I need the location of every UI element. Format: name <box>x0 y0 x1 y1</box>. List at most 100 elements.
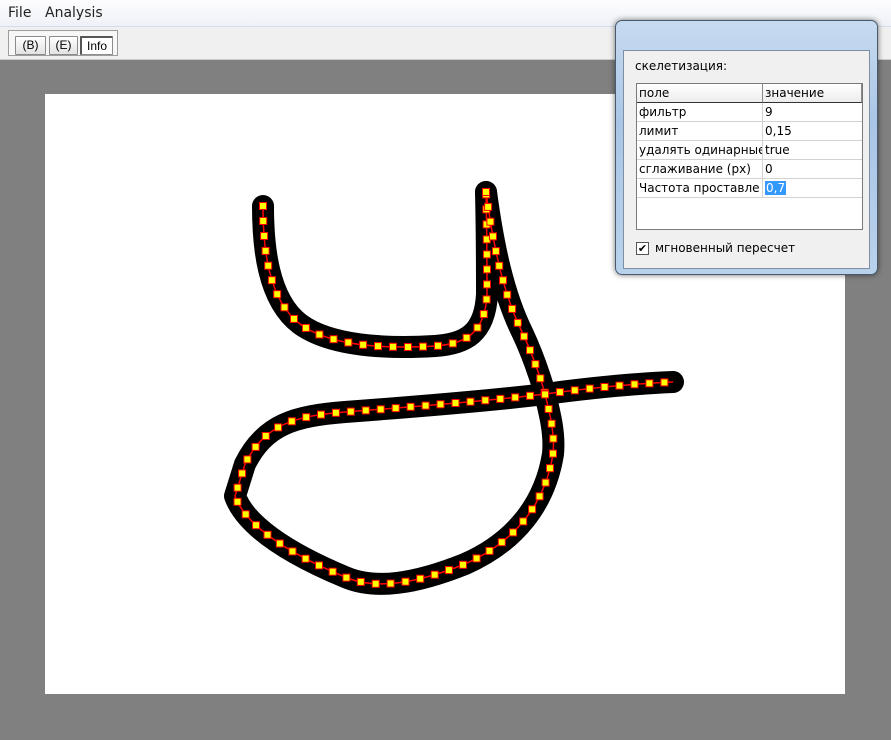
table-row[interactable]: лимит 0,15 <box>637 122 862 141</box>
skeleton-node <box>536 374 545 383</box>
skeleton-node <box>419 342 427 351</box>
skeleton-node <box>238 469 247 478</box>
column-header-field[interactable]: поле <box>637 84 763 103</box>
skeleton-node <box>549 449 557 458</box>
skeleton-node <box>329 335 338 344</box>
skeleton-node <box>526 391 535 400</box>
skeleton-node <box>243 455 252 464</box>
field-cell: удалять одинарные <box>637 141 763 160</box>
skeleton-node <box>547 419 556 428</box>
skeleton-node <box>344 338 353 347</box>
instant-recalc-label[interactable]: мгновенный пересчет <box>655 241 795 255</box>
skeleton-node <box>466 397 475 406</box>
skeleton-node <box>484 202 493 211</box>
parameters-table[interactable]: поле значение фильтр 9 лимит 0,15 удалят… <box>636 83 863 230</box>
skeleton-node <box>481 396 490 405</box>
skeleton-node <box>503 290 512 299</box>
skeleton-node <box>261 246 270 255</box>
skeleton-node <box>630 380 639 389</box>
skeleton-node <box>416 574 425 583</box>
value-cell[interactable]: true <box>763 141 862 160</box>
skeleton-node <box>264 261 273 270</box>
skeleton-node <box>555 388 564 397</box>
skeleton-node <box>233 497 242 506</box>
menu-analysis[interactable]: Analysis <box>45 5 103 21</box>
skeleton-node <box>287 417 296 426</box>
skeleton-node <box>317 410 325 419</box>
skeleton-node <box>531 360 540 369</box>
skeleton-node <box>436 400 445 409</box>
skeletonization-dialog[interactable]: скелетизация: поле значение фильтр 9 лим… <box>615 20 878 275</box>
skeleton-node <box>495 261 504 270</box>
value-cell[interactable]: 9 <box>763 103 862 122</box>
table-row[interactable]: Частота проставле 0,7 <box>637 179 862 198</box>
skeleton-node <box>473 323 482 332</box>
skeleton-node <box>391 404 400 413</box>
skeleton-node <box>519 517 528 526</box>
skeleton-node <box>535 492 544 501</box>
skeleton-node <box>361 406 370 415</box>
ink-stroke <box>224 383 565 595</box>
skeleton-node <box>541 390 550 399</box>
skeleton-node <box>660 378 669 387</box>
field-cell: сглаживание (px) <box>637 160 763 179</box>
column-header-value[interactable]: значение <box>763 84 862 103</box>
skeleton-node <box>479 310 488 319</box>
skeleton-node <box>549 434 558 443</box>
skeleton-node <box>472 554 481 563</box>
skeleton-node <box>520 332 529 341</box>
info-button[interactable]: Info <box>80 36 113 55</box>
skeleton-node <box>645 379 654 388</box>
skeleton-node <box>233 483 242 492</box>
table-row[interactable]: фильтр 9 <box>637 103 862 122</box>
skeleton-node <box>315 330 324 339</box>
skeleton-node <box>444 566 453 575</box>
skeleton-node <box>482 250 491 259</box>
skeleton-node <box>376 405 385 414</box>
skeleton-node <box>401 577 410 586</box>
value-cell[interactable]: 0 <box>763 160 862 179</box>
skeleton-node <box>241 510 250 519</box>
b-button[interactable]: (B) <box>15 36 46 55</box>
ink-stroke <box>252 181 498 358</box>
skeleton-node <box>260 232 269 240</box>
dialog-caption: скелетизация: <box>635 59 728 73</box>
skeleton-node <box>615 381 624 390</box>
skeleton-node <box>496 394 505 403</box>
skeleton-node <box>371 579 380 588</box>
e-button[interactable]: (E) <box>49 36 78 55</box>
skeleton-node <box>280 303 289 312</box>
skeleton-node <box>273 290 282 299</box>
table-row[interactable]: удалять одинарные true <box>637 141 862 160</box>
value-cell-editing[interactable]: 0,7 <box>763 179 862 198</box>
skeleton-node <box>251 442 260 451</box>
skeleton-node <box>315 561 323 570</box>
skeleton-node <box>486 217 495 226</box>
skeleton-node <box>491 247 500 256</box>
skeleton-node <box>263 530 272 539</box>
table-row[interactable]: сглаживание (px) 0 <box>637 160 862 179</box>
skeleton-node <box>328 567 337 576</box>
skeleton-node <box>509 528 518 537</box>
selected-value-text[interactable]: 0,7 <box>765 181 787 195</box>
toolbar-button-group: (B) (E) Info <box>8 30 118 56</box>
value-cell[interactable]: 0,15 <box>763 122 862 141</box>
skeleton-node <box>434 341 442 350</box>
skeleton-node <box>541 478 550 487</box>
skeleton-node <box>482 295 491 304</box>
dialog-client-area: скелетизация: поле значение фильтр 9 лим… <box>623 50 870 269</box>
skeleton-node <box>267 276 276 285</box>
skeleton-node <box>448 339 457 348</box>
skeleton-node <box>489 232 497 241</box>
skeleton-node <box>585 384 594 393</box>
skeleton-node <box>259 202 267 210</box>
skeleton-node <box>544 405 553 413</box>
skeleton-node <box>528 505 537 514</box>
skeleton-node <box>346 407 355 416</box>
instant-recalc-checkbox[interactable]: ✔ <box>636 242 649 255</box>
skeleton-node <box>359 340 368 349</box>
skeleton-node <box>274 423 283 432</box>
skeleton-node <box>302 413 311 422</box>
table-header-row: поле значение <box>637 84 862 103</box>
menu-file[interactable]: File <box>8 5 31 21</box>
